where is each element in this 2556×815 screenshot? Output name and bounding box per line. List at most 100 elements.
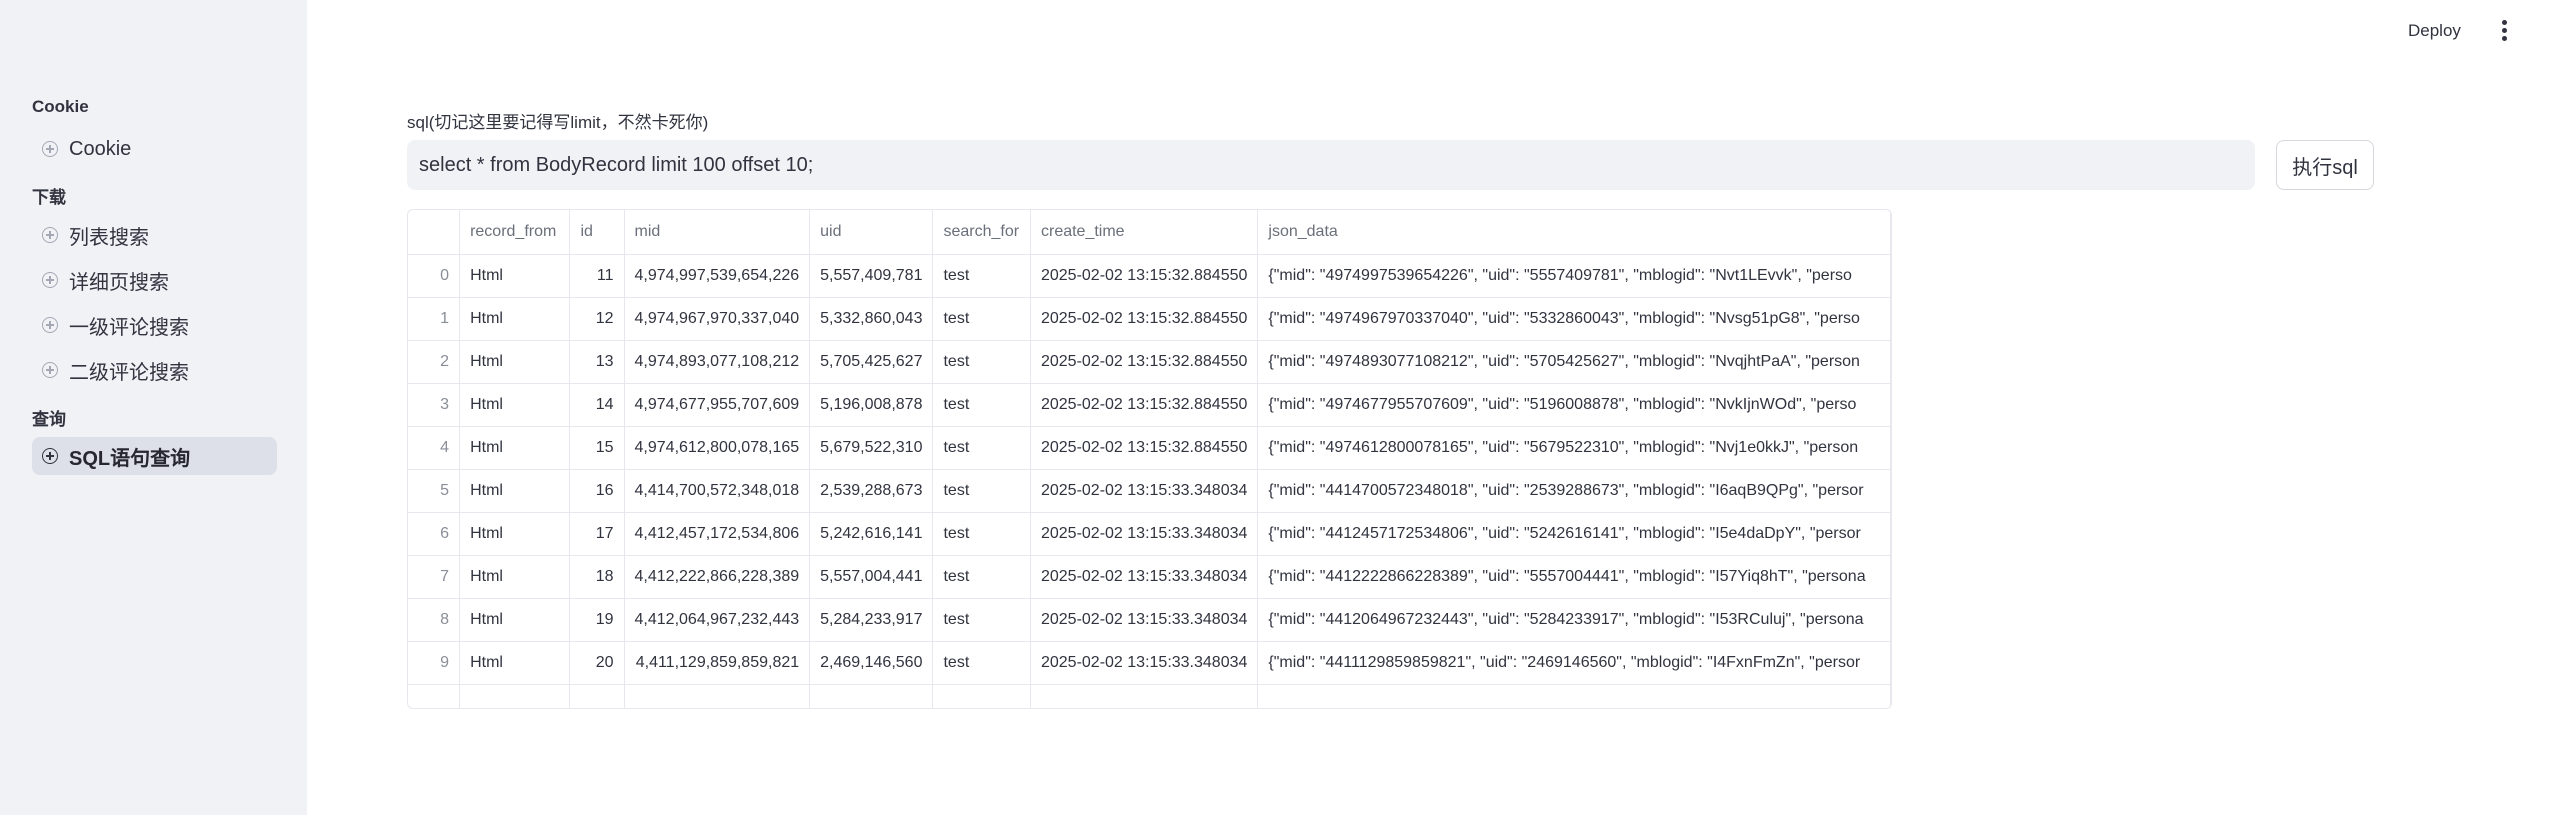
cell-json-data[interactable]: {"mid": "4412457172534806", "uid": "5242… bbox=[1257, 512, 1891, 556]
cell-search-for[interactable]: test bbox=[932, 641, 1031, 685]
column-header-record-from[interactable]: record_from bbox=[459, 210, 571, 255]
row-index[interactable]: 0 bbox=[408, 254, 461, 298]
sidebar-item-cookie[interactable]: Cookie bbox=[32, 130, 277, 168]
cell-search-for[interactable]: test bbox=[932, 426, 1031, 470]
cell-json-data[interactable]: {"mid": "4974967970337040", "uid": "5332… bbox=[1257, 297, 1891, 341]
cell-record-from[interactable]: Html bbox=[459, 426, 571, 470]
table-row[interactable]: 8 Html 19 4,412,064,967,232,443 5,284,233,91… bbox=[408, 598, 1891, 642]
cell-mid[interactable]: 4,974,612,800,078,165 bbox=[624, 426, 811, 470]
cell-search-for[interactable]: test bbox=[932, 512, 1031, 556]
cell-search-for[interactable]: test bbox=[932, 598, 1031, 642]
cell-mid[interactable]: 4,974,677,955,707,609 bbox=[624, 383, 811, 427]
cell-uid[interactable]: 5,557,409,781 bbox=[809, 254, 934, 298]
table-row[interactable]: 4 Html 15 4,974,612,800,078,165 5,679,522,31… bbox=[408, 426, 1891, 470]
deploy-button[interactable]: Deploy bbox=[2408, 16, 2461, 46]
cell-json-data[interactable]: {"mid": "4414700572348018", "uid": "2539… bbox=[1257, 469, 1891, 513]
cell-search-for[interactable]: test bbox=[932, 469, 1031, 513]
cell-record-from[interactable]: Html bbox=[459, 641, 571, 685]
more-options-icon[interactable] bbox=[2496, 16, 2512, 46]
cell-search-for[interactable]: test bbox=[932, 383, 1031, 427]
column-header-uid[interactable]: uid bbox=[809, 210, 934, 255]
cell-mid[interactable]: 4,414,700,572,348,018 bbox=[624, 469, 811, 513]
cell-json-data[interactable]: {"mid": "4974893077108212", "uid": "5705… bbox=[1257, 340, 1891, 384]
cell-create-time[interactable]: 2025-02-02 13:15:33.348034 bbox=[1030, 641, 1259, 685]
cell-create-time[interactable]: 2025-02-02 13:15:33.348034 bbox=[1030, 512, 1259, 556]
cell-json-data[interactable]: {"mid": "4412222866228389", "uid": "5557… bbox=[1257, 555, 1891, 599]
cell-json-data[interactable]: {"mid": "4974612800078165", "uid": "5679… bbox=[1257, 426, 1891, 470]
table-row[interactable]: 1 Html 12 4,974,967,970,337,040 5,332,860,04… bbox=[408, 297, 1891, 341]
cell-id[interactable]: 19 bbox=[569, 598, 625, 642]
row-index[interactable]: 2 bbox=[408, 340, 461, 384]
cell-create-time[interactable]: 2025-02-02 13:15:33.348034 bbox=[1030, 469, 1259, 513]
row-index[interactable]: 4 bbox=[408, 426, 461, 470]
cell-record-from[interactable]: Html bbox=[459, 297, 571, 341]
sql-input[interactable] bbox=[407, 140, 2255, 190]
cell-record-from[interactable]: Html bbox=[459, 512, 571, 556]
sidebar-item-sql-query[interactable]: SQL语句查询 bbox=[32, 437, 277, 475]
table-row[interactable]: 5 Html 16 4,414,700,572,348,018 2,539,288,67… bbox=[408, 469, 1891, 513]
sidebar-item-level1-comment-search[interactable]: 一级评论搜索 bbox=[32, 306, 277, 344]
table-row[interactable]: 7 Html 18 4,412,222,866,228,389 5,557,004,44… bbox=[408, 555, 1891, 599]
column-header-index[interactable] bbox=[408, 210, 461, 255]
cell-id[interactable]: 13 bbox=[569, 340, 625, 384]
cell-record-from[interactable]: Html bbox=[459, 340, 571, 384]
cell-id[interactable]: 14 bbox=[569, 383, 625, 427]
cell-uid[interactable]: 5,332,860,043 bbox=[809, 297, 934, 341]
row-index[interactable]: 3 bbox=[408, 383, 461, 427]
cell-record-from[interactable]: Html bbox=[459, 383, 571, 427]
cell-id[interactable]: 18 bbox=[569, 555, 625, 599]
cell-record-from[interactable]: Html bbox=[459, 555, 571, 599]
cell-id[interactable]: 11 bbox=[569, 254, 625, 298]
column-header-search-for[interactable]: search_for bbox=[932, 210, 1031, 255]
row-index[interactable]: 5 bbox=[408, 469, 461, 513]
column-header-mid[interactable]: mid bbox=[624, 210, 811, 255]
table-row[interactable]: 9 Html 20 4,411,129,859,859,821 2,469,146,56… bbox=[408, 641, 1891, 685]
cell-create-time[interactable]: 2025-02-02 13:15:33.348034 bbox=[1030, 598, 1259, 642]
cell-id[interactable]: 20 bbox=[569, 641, 625, 685]
row-index[interactable]: 7 bbox=[408, 555, 461, 599]
cell-create-time[interactable]: 2025-02-02 13:15:32.884550 bbox=[1030, 254, 1259, 298]
cell-create-time[interactable]: 2025-02-02 13:15:33.348034 bbox=[1030, 555, 1259, 599]
column-header-id[interactable]: id bbox=[569, 210, 625, 255]
table-row[interactable]: 2 Html 13 4,974,893,077,108,212 5,705,425,62… bbox=[408, 340, 1891, 384]
cell-json-data[interactable]: {"mid": "4974997539654226", "uid": "5557… bbox=[1257, 254, 1891, 298]
cell-json-data[interactable]: {"mid": "4411129859859821", "uid": "2469… bbox=[1257, 641, 1891, 685]
row-index[interactable]: 6 bbox=[408, 512, 461, 556]
table-row[interactable]: 6 Html 17 4,412,457,172,534,806 5,242,616,14… bbox=[408, 512, 1891, 556]
cell-mid[interactable]: 4,974,893,077,108,212 bbox=[624, 340, 811, 384]
results-table[interactable]: record_from id mid uid search_for create… bbox=[407, 209, 1892, 709]
cell-id[interactable]: 16 bbox=[569, 469, 625, 513]
cell-search-for[interactable]: test bbox=[932, 254, 1031, 298]
cell-uid[interactable]: 5,196,008,878 bbox=[809, 383, 934, 427]
row-index[interactable]: 1 bbox=[408, 297, 461, 341]
cell-uid[interactable]: 5,284,233,917 bbox=[809, 598, 934, 642]
table-row[interactable]: 0 Html 11 4,974,997,539,654,226 5,557,409,78… bbox=[408, 254, 1891, 298]
cell-uid[interactable]: 5,242,616,141 bbox=[809, 512, 934, 556]
cell-json-data[interactable]: {"mid": "4974677955707609", "uid": "5196… bbox=[1257, 383, 1891, 427]
sidebar-item-level2-comment-search[interactable]: 二级评论搜索 bbox=[32, 351, 277, 389]
sidebar-item-list-search[interactable]: 列表搜索 bbox=[32, 216, 277, 254]
cell-create-time[interactable]: 2025-02-02 13:15:32.884550 bbox=[1030, 340, 1259, 384]
cell-mid[interactable]: 4,412,457,172,534,806 bbox=[624, 512, 811, 556]
cell-uid[interactable]: 5,557,004,441 bbox=[809, 555, 934, 599]
cell-uid[interactable]: 5,679,522,310 bbox=[809, 426, 934, 470]
sidebar-item-detail-search[interactable]: 详细页搜索 bbox=[32, 261, 277, 299]
column-header-json-data[interactable]: json_data bbox=[1257, 210, 1891, 255]
table-row[interactable]: 3 Html 14 4,974,677,955,707,609 5,196,008,87… bbox=[408, 383, 1891, 427]
cell-mid[interactable]: 4,974,967,970,337,040 bbox=[624, 297, 811, 341]
cell-id[interactable]: 17 bbox=[569, 512, 625, 556]
cell-mid[interactable]: 4,411,129,859,859,821 bbox=[624, 641, 811, 685]
column-header-create-time[interactable]: create_time bbox=[1030, 210, 1259, 255]
execute-sql-button[interactable]: 执行sql bbox=[2276, 140, 2374, 190]
cell-create-time[interactable]: 2025-02-02 13:15:32.884550 bbox=[1030, 297, 1259, 341]
cell-mid[interactable]: 4,974,997,539,654,226 bbox=[624, 254, 811, 298]
cell-search-for[interactable]: test bbox=[932, 555, 1031, 599]
cell-mid[interactable]: 4,412,222,866,228,389 bbox=[624, 555, 811, 599]
cell-search-for[interactable]: test bbox=[932, 297, 1031, 341]
cell-create-time[interactable]: 2025-02-02 13:15:32.884550 bbox=[1030, 426, 1259, 470]
cell-id[interactable]: 15 bbox=[569, 426, 625, 470]
cell-record-from[interactable]: Html bbox=[459, 254, 571, 298]
cell-record-from[interactable]: Html bbox=[459, 469, 571, 513]
cell-create-time[interactable]: 2025-02-02 13:15:32.884550 bbox=[1030, 383, 1259, 427]
cell-uid[interactable]: 5,705,425,627 bbox=[809, 340, 934, 384]
